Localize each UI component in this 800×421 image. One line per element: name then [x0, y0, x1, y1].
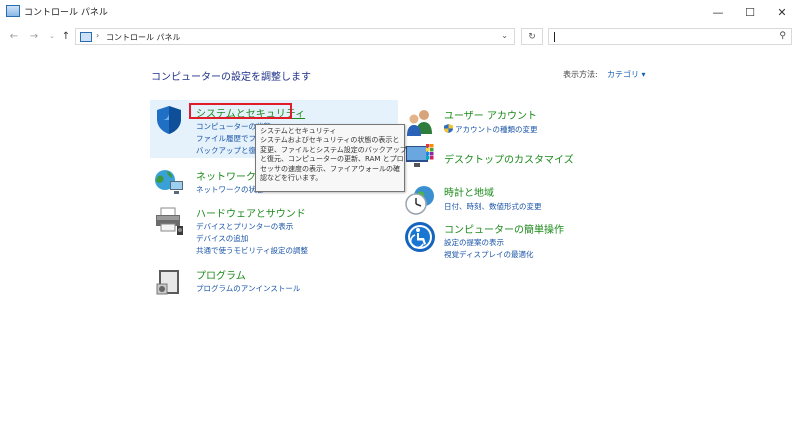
- page-title: コンピューターの設定を調整します: [151, 72, 311, 83]
- breadcrumb-separator-icon[interactable]: ›: [96, 31, 99, 40]
- view-by-dropdown[interactable]: カテゴリ ▾: [607, 69, 646, 80]
- category-user-accounts[interactable]: ユーザー アカウント: [444, 107, 537, 122]
- category-programs[interactable]: プログラム: [196, 267, 246, 282]
- refresh-icon[interactable]: ↻: [521, 28, 543, 45]
- forward-arrow-icon[interactable]: →: [26, 28, 42, 44]
- category-clock-region[interactable]: 時計と地域: [444, 184, 494, 199]
- printer-icon: [156, 207, 183, 235]
- link-backup-restore[interactable]: バックアップと復元: [196, 145, 264, 156]
- link-date-time-format[interactable]: 日付、時刻、数値形式の変更: [444, 201, 542, 212]
- tooltip-line: セッサの速度の表示、ファイアウォールの確: [260, 164, 400, 173]
- category-hardware-sound[interactable]: ハードウェアとサウンド: [196, 205, 306, 220]
- link-devices-printers[interactable]: デバイスとプリンターの表示: [196, 221, 293, 232]
- tooltip-line: システムおよびセキュリティの状態の表示と: [260, 136, 400, 145]
- title-bar: コントロール パネル — ☐ ✕: [0, 0, 800, 24]
- address-dropdown-icon[interactable]: ⌄: [501, 31, 508, 40]
- search-input[interactable]: ⚲: [548, 28, 792, 45]
- navigation-bar: ← → ⌄ ↑ › コントロール パネル ⌄ ↻ ⚲: [0, 24, 800, 48]
- link-mobility-settings[interactable]: 共通で使うモビリティ設定の調整: [196, 245, 308, 256]
- tooltip-line: 変更、ファイルとシステム設定のバックアップ: [260, 145, 407, 154]
- link-optimize-display[interactable]: 視覚ディスプレイの最適化: [444, 249, 533, 260]
- breadcrumb-control-panel[interactable]: コントロール パネル: [106, 32, 181, 43]
- back-arrow-icon[interactable]: ←: [6, 28, 22, 44]
- tooltip-line: 認などを行います。: [260, 174, 323, 183]
- address-bar[interactable]: › コントロール パネル ⌄: [75, 28, 515, 45]
- annotation-highlight-box: [189, 103, 292, 119]
- control-panel-icon: [6, 5, 20, 17]
- link-change-account-type[interactable]: アカウントの種類の変更: [455, 124, 538, 135]
- link-network-status[interactable]: ネットワークの状態: [196, 184, 264, 195]
- clock-globe-icon: [405, 186, 434, 215]
- ease-of-access-icon: [405, 222, 435, 252]
- maximize-button[interactable]: ☐: [735, 0, 765, 24]
- close-button[interactable]: ✕: [767, 0, 797, 24]
- tooltip-line: と復元、コンピューターの更新、RAM とプロ: [260, 155, 404, 164]
- shield-icon: [157, 106, 181, 134]
- control-panel-small-icon: [80, 32, 92, 42]
- tooltip-system-security: システムとセキュリティ システムおよびセキュリティの状態の表示と 変更、ファイル…: [255, 124, 407, 192]
- user-accounts-icon: [407, 110, 432, 136]
- programs-icon: [156, 270, 179, 295]
- up-arrow-icon[interactable]: ↑: [58, 28, 74, 44]
- uac-shield-icon: [444, 124, 453, 133]
- tooltip-line: システムとセキュリティ: [260, 127, 337, 135]
- network-globe-icon: [155, 170, 183, 194]
- view-by-label: 表示方法:: [563, 70, 598, 79]
- minimize-button[interactable]: —: [703, 0, 733, 24]
- category-ease-of-access[interactable]: コンピューターの簡単操作: [444, 221, 564, 236]
- link-suggested-settings[interactable]: 設定の提案の表示: [444, 237, 504, 248]
- window-title: コントロール パネル: [24, 8, 108, 18]
- category-appearance[interactable]: デスクトップのカスタマイズ: [444, 151, 574, 166]
- search-icon[interactable]: ⚲: [779, 31, 786, 41]
- link-file-history[interactable]: ファイル履歴でファ: [196, 133, 264, 144]
- desktop-customization-icon: [406, 144, 434, 167]
- link-add-device[interactable]: デバイスの追加: [196, 233, 248, 244]
- link-uninstall-program[interactable]: プログラムのアンインストール: [196, 283, 300, 294]
- text-caret: [554, 32, 555, 42]
